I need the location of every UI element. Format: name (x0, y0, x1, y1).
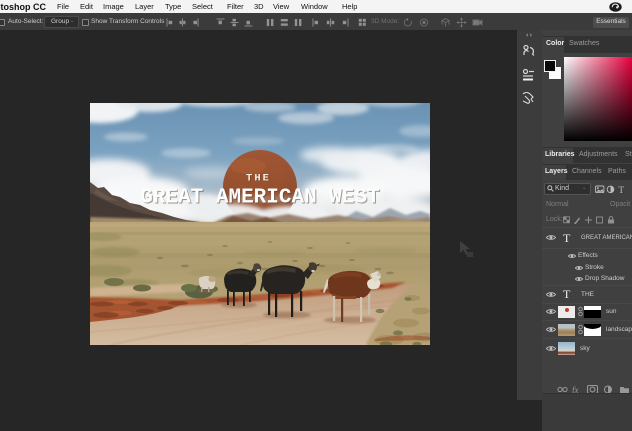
svg-text:THE: THE (246, 173, 271, 185)
svg-text:T: T (619, 185, 625, 194)
svg-text:GREAT AMERICAN WEST: GREAT AMERICAN WEST (140, 187, 379, 210)
